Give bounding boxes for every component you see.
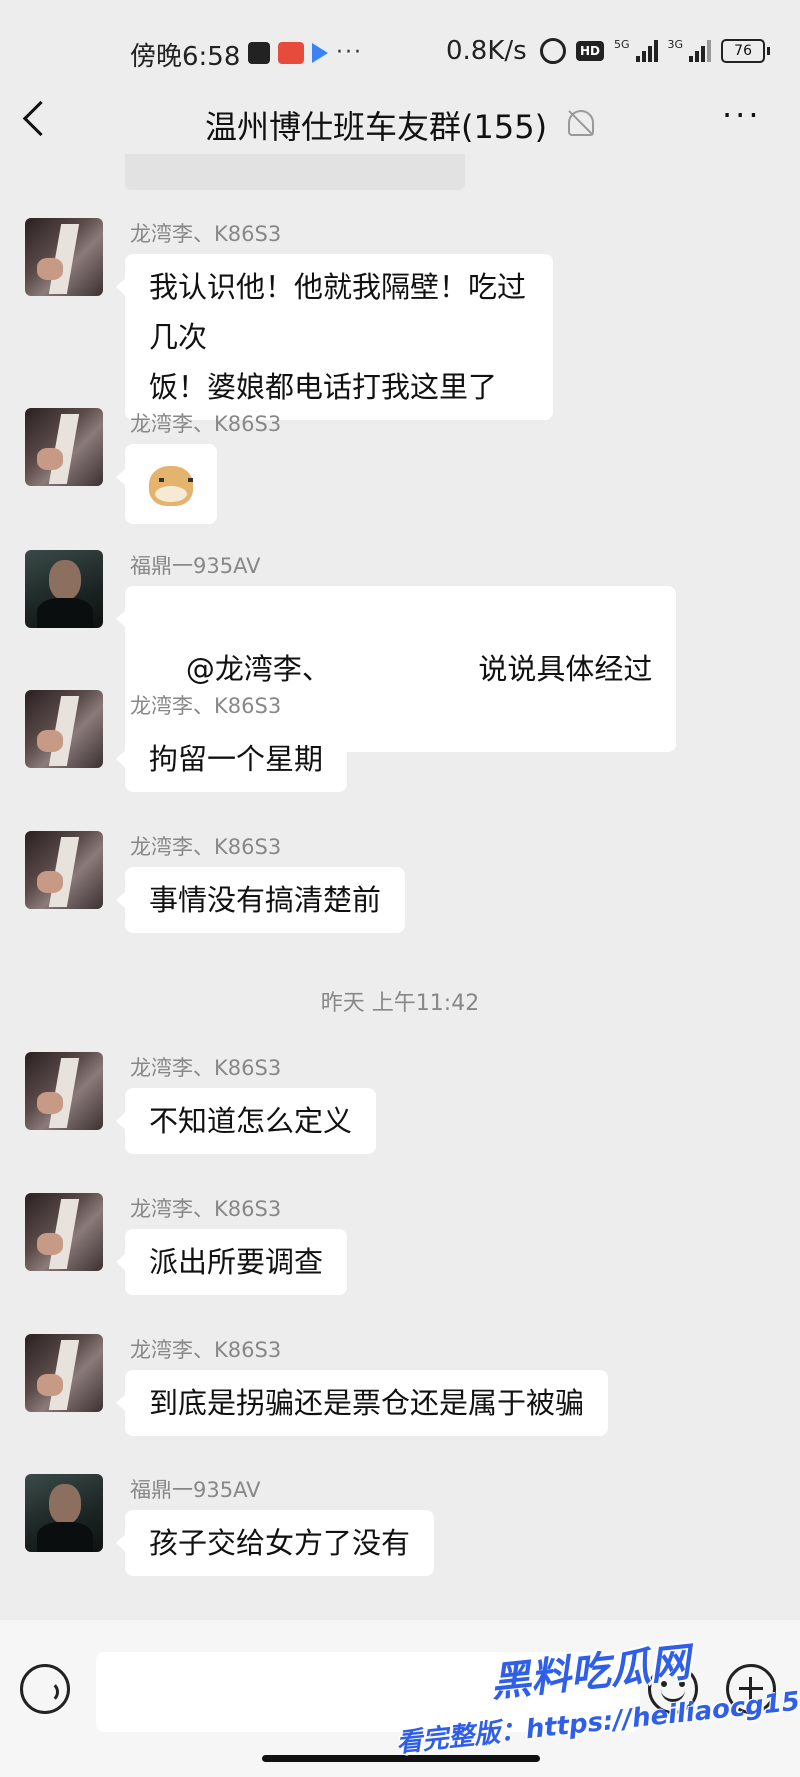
battery-icon: 76 [721, 39, 766, 63]
message-bubble[interactable]: 孩子交给女方了没有 [115, 1510, 435, 1576]
message-line: 饭！婆娘都电话打我这里了 [149, 370, 498, 404]
more-options-button[interactable]: ··· [722, 96, 762, 134]
network-type-2: 3G [667, 38, 684, 51]
hd-icon: HD [576, 41, 605, 61]
avatar[interactable] [25, 550, 103, 628]
more-notifications-icon: ··· [336, 40, 363, 65]
notification-icons: ··· [248, 40, 363, 65]
avatar[interactable] [25, 218, 103, 296]
message-text: 孩子交给女方了没有 [149, 1526, 411, 1560]
chat-title: 温州博仕班车友群(155) [205, 108, 548, 146]
message-bubble[interactable]: 事情没有搞清楚前 [115, 867, 406, 933]
message-text: 拘留一个星期 [149, 742, 324, 776]
message-line: 我认识他！他就我隔壁！吃过几次 [149, 270, 527, 354]
avatar[interactable] [25, 408, 103, 486]
avatar[interactable] [25, 1052, 103, 1130]
message-bubble[interactable]: 到底是拐骗还是票仓还是属于被骗 [115, 1370, 609, 1436]
chat-header: 温州博仕班车友群(155) ··· [0, 88, 800, 162]
sender-name: 龙湾李、K86S3 [130, 835, 282, 859]
status-time: 傍晚6:58 [130, 42, 241, 72]
message-text: 到底是拐骗还是票仓还是属于被骗 [149, 1386, 585, 1420]
system-icons: HD 5G 3G 76 [540, 38, 771, 64]
status-bar: 傍晚6:58 ··· 0.8K/s HD 5G 3G 76 [0, 0, 800, 100]
alarm-icon [540, 38, 566, 64]
play-app-icon [312, 42, 328, 63]
message-bubble[interactable] [116, 444, 217, 524]
avatar[interactable] [25, 831, 103, 909]
network-speed: 0.8K/s [446, 36, 527, 66]
message-bubble[interactable]: 拘留一个星期 [115, 726, 348, 792]
sender-name: 龙湾李、K86S3 [130, 222, 282, 246]
message-text: 不知道怎么定义 [149, 1104, 353, 1138]
doge-emoji-icon [149, 466, 193, 506]
video-app-icon [278, 41, 304, 64]
sender-name: 福鼎一935AV [130, 1478, 261, 1502]
sender-name: 福鼎一935AV [130, 554, 261, 578]
sender-name: 龙湾李、K86S3 [130, 412, 282, 436]
app-notification-icon [248, 41, 270, 64]
message-text: 派出所要调查 [149, 1245, 324, 1279]
avatar[interactable] [25, 1193, 103, 1271]
chevron-left-icon[interactable] [22, 100, 59, 137]
previous-message-bubble[interactable] [125, 154, 465, 190]
message-bubble[interactable]: 派出所要调查 [115, 1229, 348, 1295]
battery-tip [767, 47, 771, 55]
avatar[interactable] [25, 1334, 103, 1412]
message-bubble[interactable]: 不知道怎么定义 [115, 1088, 377, 1154]
voice-icon[interactable] [20, 1664, 70, 1714]
sender-name: 龙湾李、K86S3 [130, 1056, 282, 1080]
sender-name: 龙湾李、K86S3 [130, 1197, 282, 1221]
signal-icon [635, 40, 658, 62]
bell-off-icon [568, 110, 594, 136]
message-bubble[interactable]: 我认识他！他就我隔壁！吃过几次 饭！婆娘都电话打我这里了 [116, 254, 553, 420]
message-text: @龙湾李、 说说具体经过 [185, 652, 653, 686]
message-text: 事情没有搞清楚前 [149, 883, 382, 917]
network-type-1: 5G [614, 38, 630, 51]
avatar[interactable] [25, 690, 103, 768]
timestamp: 昨天 上午11:42 [320, 991, 480, 1016]
signal-2-icon [689, 40, 712, 62]
sender-name: 龙湾李、K86S3 [130, 1338, 282, 1362]
avatar[interactable] [25, 1474, 103, 1552]
sender-name: 龙湾李、K86S3 [130, 694, 282, 718]
